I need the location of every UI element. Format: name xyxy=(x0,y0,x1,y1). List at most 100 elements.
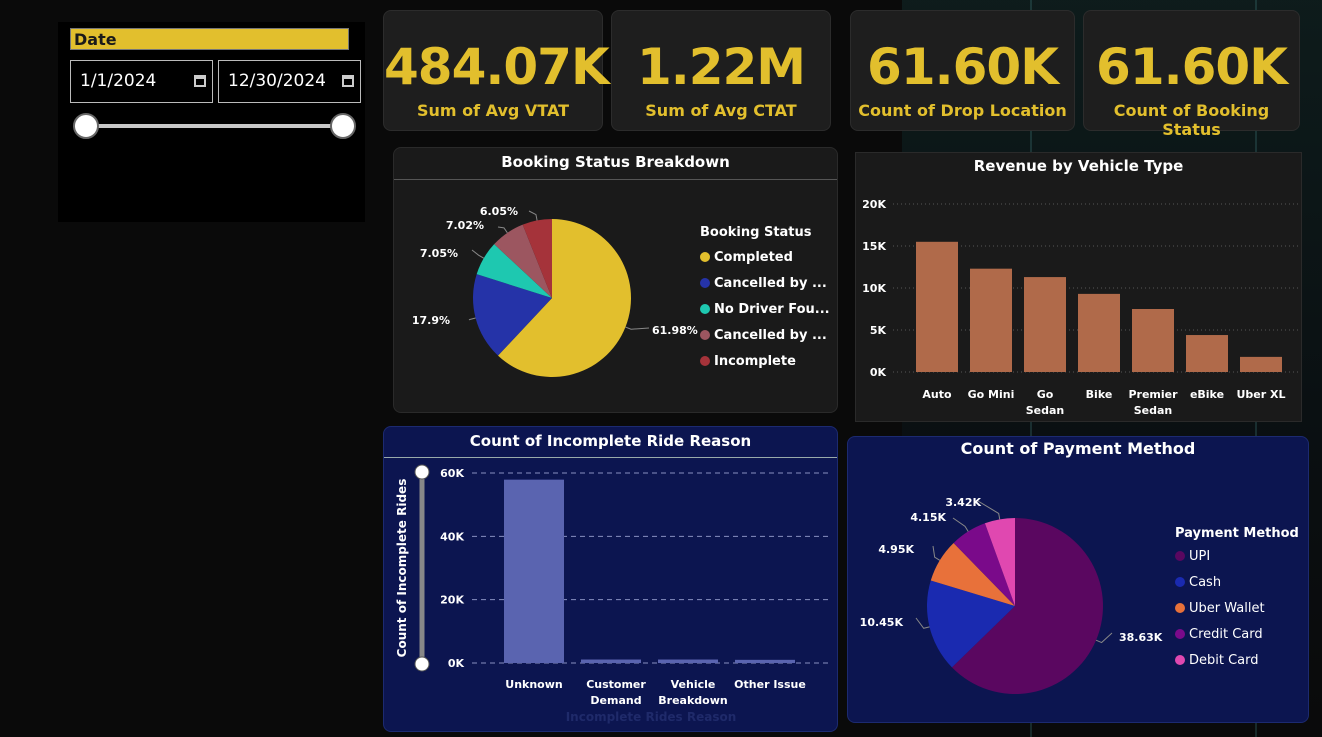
x-tick-label: Auto xyxy=(922,388,952,401)
legend-title: Booking Status xyxy=(700,225,812,240)
revenue-bar-chart: 0K 5K 10K 15K 20K Auto Go Mini Go Sedan Bike Premi… xyxy=(862,198,1301,417)
end-date-handle[interactable] xyxy=(330,113,356,139)
x-tick-label: eBike xyxy=(1190,388,1224,401)
leader-line xyxy=(1095,632,1113,644)
start-date-handle[interactable] xyxy=(73,113,99,139)
kpi-label: Count of Drop Location xyxy=(858,101,1067,120)
bar xyxy=(581,659,641,663)
data-label: 17.9% xyxy=(412,314,450,327)
data-label: 61.98% xyxy=(652,324,698,337)
x-tick-label: Sedan xyxy=(1134,404,1173,417)
start-date-input[interactable]: 1/1/2024 xyxy=(70,60,213,103)
legend-dot xyxy=(700,252,710,262)
legend-label: Credit Card xyxy=(1189,626,1263,642)
legend-item[interactable]: Incomplete xyxy=(700,348,830,374)
end-date-input[interactable]: 12/30/2024 xyxy=(218,60,361,103)
y-tick-label: 15K xyxy=(862,240,886,253)
legend-item[interactable]: Cancelled by ... xyxy=(700,270,830,296)
x-tick-label: Unknown xyxy=(505,678,562,691)
legend-dot xyxy=(1175,603,1185,613)
incomplete-reason-panel: Count of Incomplete Ride Reason 0K 20K 40K… xyxy=(383,426,838,732)
x-tick-label: Go xyxy=(1037,388,1054,401)
data-label: 7.02% xyxy=(446,219,484,232)
data-label: 3.42K xyxy=(945,496,981,509)
legend-dot xyxy=(700,356,710,366)
kpi-value: 61.60K xyxy=(867,38,1059,96)
bar xyxy=(1132,309,1174,372)
calendar-icon[interactable] xyxy=(342,75,354,87)
x-tick-label: Premier xyxy=(1128,388,1178,401)
kpi-label: Sum of Avg VTAT xyxy=(416,101,570,120)
legend-label: Cash xyxy=(1189,574,1222,590)
x-tick-label: Vehicle xyxy=(671,678,716,691)
kpi-card-avg-ctat: 1.22M Sum of Avg CTAT xyxy=(611,10,831,131)
legend-label: Completed xyxy=(714,249,793,265)
x-tick-label: Uber XL xyxy=(1236,388,1285,401)
kpi-value: 1.22M xyxy=(636,38,806,96)
legend-dot xyxy=(1175,551,1185,561)
kpi-card-drop-location: 61.60K Count of Drop Location xyxy=(850,10,1075,131)
leader-line xyxy=(468,317,476,321)
bar xyxy=(735,659,795,663)
y-tick-label: 60K xyxy=(440,467,464,480)
legend-dot xyxy=(700,304,710,314)
legend-item[interactable]: Uber Wallet xyxy=(1175,595,1299,621)
bar xyxy=(504,479,564,663)
legend-label: Incomplete xyxy=(714,353,796,369)
legend-item[interactable]: No Driver Fou... xyxy=(700,296,830,322)
x-tick-label: Breakdown xyxy=(658,694,727,707)
legend-item[interactable]: Cancelled by ... xyxy=(700,322,830,348)
legend-item[interactable]: Completed xyxy=(700,244,830,270)
data-label: 6.05% xyxy=(480,205,518,218)
bar xyxy=(1186,335,1228,372)
legend-label: UPI xyxy=(1189,548,1211,564)
y-tick-label: 20K xyxy=(862,198,886,211)
x-axis-title: Incomplete Rides Reason xyxy=(566,710,737,724)
bar xyxy=(916,241,958,372)
leader-line xyxy=(625,326,650,330)
data-label: 10.45K xyxy=(860,616,904,629)
data-label: 7.05% xyxy=(420,247,458,260)
start-date-value: 1/1/2024 xyxy=(80,71,157,91)
y-tick-label: 40K xyxy=(440,530,464,543)
leader-line xyxy=(528,210,538,221)
legend-item[interactable]: Cash xyxy=(1175,569,1299,595)
legend-dot xyxy=(700,330,710,340)
zoom-slider-handle[interactable] xyxy=(414,656,430,672)
incomplete-bar-chart: 0K 20K 40K 60K Unknown Customer Demand Vehicle B… xyxy=(395,464,830,724)
kpi-value: 484.07K xyxy=(384,38,610,96)
legend-item[interactable]: Credit Card xyxy=(1175,621,1299,647)
kpi-value: 61.60K xyxy=(1096,38,1288,96)
legend-label: Uber Wallet xyxy=(1189,600,1265,616)
kpi-label: Count of Booking Status xyxy=(1113,101,1270,139)
leader-line xyxy=(471,249,485,259)
payment-method-panel: Count of Payment Method 38.63K 10.45K 4.95… xyxy=(847,436,1309,723)
legend-dot xyxy=(700,278,710,288)
x-tick-label: Demand xyxy=(590,694,641,707)
date-slicer: Date 1/1/2024 12/30/2024 xyxy=(58,22,365,222)
legend-label: Cancelled by ... xyxy=(714,327,827,343)
x-tick-label: Sedan xyxy=(1026,404,1065,417)
y-axis-title: Count of Incomplete Rides xyxy=(395,479,409,658)
calendar-icon[interactable] xyxy=(194,75,206,87)
y-tick-label: 20K xyxy=(440,594,464,607)
legend-item[interactable]: Debit Card xyxy=(1175,647,1299,673)
zoom-slider-handle[interactable] xyxy=(414,464,430,480)
data-label: 4.95K xyxy=(878,543,914,556)
kpi-card-booking-status: 61.60K Count of Booking Status xyxy=(1083,10,1300,139)
legend-title: Payment Method xyxy=(1175,526,1299,541)
legend-item[interactable]: UPI xyxy=(1175,543,1299,569)
leader-line xyxy=(932,545,941,561)
legend-dot xyxy=(1175,655,1185,665)
legend-label: Cancelled by ... xyxy=(714,275,827,291)
date-range-track[interactable] xyxy=(86,124,342,128)
bar xyxy=(1024,277,1066,372)
bar xyxy=(1240,356,1282,372)
revenue-panel: Revenue by Vehicle Type 0K 5K 10K 15K 20K Aut… xyxy=(855,152,1302,422)
y-tick-label: 0K xyxy=(448,657,465,670)
kpi-label: Sum of Avg CTAT xyxy=(645,101,797,120)
x-tick-label: Go Mini xyxy=(968,388,1015,401)
data-label: 4.15K xyxy=(910,511,946,524)
x-tick-label: Customer xyxy=(586,678,646,691)
payment-legend: Payment Method UPI Cash Uber Wallet Cred… xyxy=(1175,526,1299,673)
